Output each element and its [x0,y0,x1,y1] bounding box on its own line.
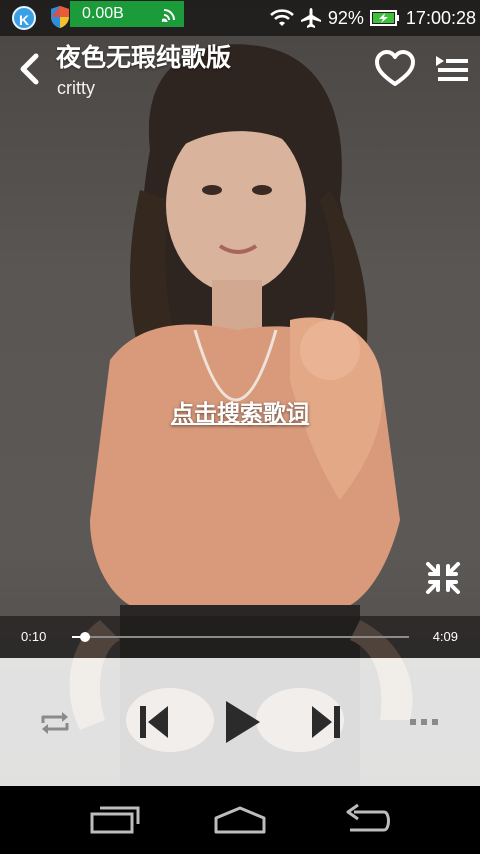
repeat-icon[interactable] [38,708,72,738]
artist-name: critty [57,78,95,98]
system-nav-bar [0,786,480,854]
playlist-icon[interactable] [434,52,470,86]
battery-percent: 92% [327,7,364,28]
status-bar: K 0.00B 92% 17:00:28 [0,0,480,36]
battery-charging-icon [369,10,399,26]
clock-time: 17:00:28 [405,7,476,28]
more-options-icon[interactable] [408,716,440,728]
total-time: 4:09 [432,629,458,644]
search-lyrics-link[interactable]: 点击搜索歌词 [0,394,480,428]
net-speed-badge: 0.00B [70,1,184,27]
favorite-heart-icon[interactable] [374,50,416,88]
playback-controls [0,658,480,786]
home-icon[interactable] [212,802,268,838]
signal-icon [162,9,175,22]
airplane-icon [300,8,321,28]
seek-bar[interactable] [72,632,409,642]
song-title: 夜色无瑕纯歌版 [56,43,232,72]
collapse-arrows-icon[interactable] [424,560,462,596]
next-track-icon[interactable] [308,702,344,742]
k-app-icon: K [12,6,36,30]
current-time: 0:10 [21,629,47,644]
net-speed-text: 0.00B [82,5,124,22]
recent-apps-icon[interactable] [88,802,142,838]
seek-knob[interactable] [80,632,91,642]
wifi-icon [269,9,294,26]
back-icon[interactable] [340,802,394,838]
previous-track-icon[interactable] [136,702,172,742]
play-icon[interactable] [222,698,262,746]
playback-progress: 0:10 4:09 [0,616,480,658]
status-right-group: 92% 17:00:28 [269,0,476,36]
shield-icon [51,6,69,28]
back-arrow-icon[interactable] [14,50,46,88]
